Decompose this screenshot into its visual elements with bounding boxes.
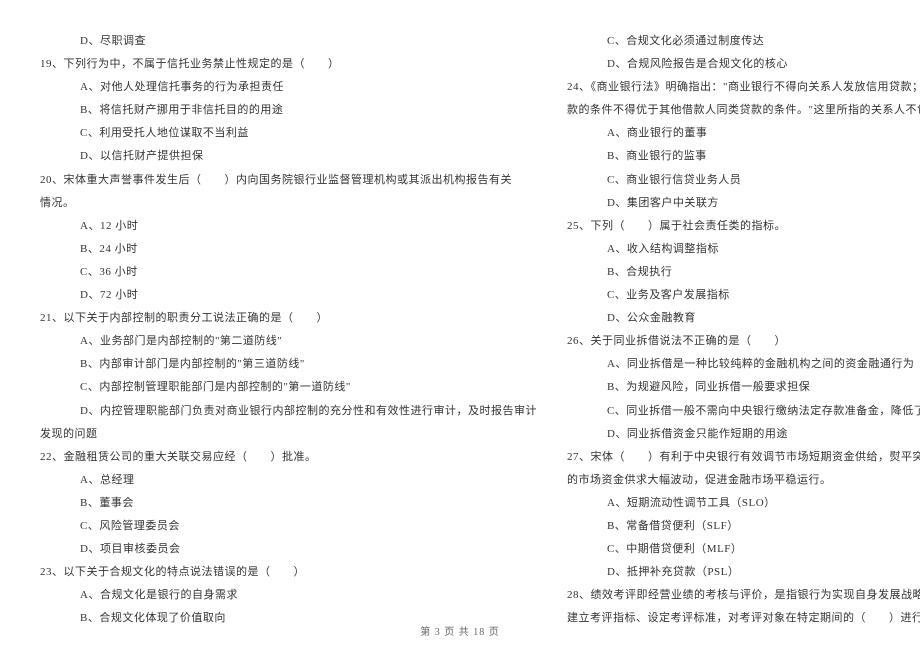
right-line: D、合规风险报告是合规文化的核心: [567, 53, 920, 76]
right-line: 28、绩效考评即经营业绩的考核与评价，是指银行为实现自身发展战略和落实监管要求，…: [567, 584, 920, 607]
right-line: C、业务及客户发展指标: [567, 284, 920, 307]
left-column: D、尽职调查19、下列行为中，不属于信托业务禁止性规定的是（ ）A、对他人处理信…: [40, 30, 537, 580]
right-line: A、同业拆借是一种比较纯粹的金融机构之间的资金融通行为: [567, 353, 920, 376]
left-line: D、以信托财产提供担保: [40, 145, 537, 168]
left-line: D、尽职调查: [40, 30, 537, 53]
right-line: C、同业拆借一般不需向中央银行缴纳法定存款准备金，降低了银行的筹资成本: [567, 400, 920, 423]
left-line: 20、宋体重大声誉事件发生后（ ）内向国务院银行业监督管理机构或其派出机构报告有…: [40, 169, 537, 192]
right-line: D、抵押补充贷款（PSL）: [567, 561, 920, 584]
left-line: A、合规文化是银行的自身需求: [40, 584, 537, 607]
left-line: A、业务部门是内部控制的"第二道防线": [40, 330, 537, 353]
left-line: A、12 小时: [40, 215, 537, 238]
right-line: A、收入结构调整指标: [567, 238, 920, 261]
right-line: 26、关于同业拆借说法不正确的是（ ）: [567, 330, 920, 353]
left-line: 情况。: [40, 192, 537, 215]
left-line: 23、以下关于合规文化的特点说法错误的是（ ）: [40, 561, 537, 584]
page-footer: 第 3 页 共 18 页: [0, 623, 920, 638]
right-line: D、集团客户中关联方: [567, 192, 920, 215]
left-line: B、董事会: [40, 492, 537, 515]
document-page: D、尽职调查19、下列行为中，不属于信托业务禁止性规定的是（ ）A、对他人处理信…: [0, 0, 920, 610]
right-line: 25、下列（ ）属于社会责任类的指标。: [567, 215, 920, 238]
right-line: C、合规文化必须通过制度传达: [567, 30, 920, 53]
right-line: 的市场资金供求大幅波动，促进金融市场平稳运行。: [567, 469, 920, 492]
left-line: 21、以下关于内部控制的职责分工说法正确的是（ ）: [40, 307, 537, 330]
left-line: D、项目审核委员会: [40, 538, 537, 561]
left-line: A、对他人处理信托事务的行为承担责任: [40, 76, 537, 99]
left-line: B、内部审计部门是内部控制的"第三道防线": [40, 353, 537, 376]
left-line: C、内部控制管理职能部门是内部控制的"第一道防线": [40, 376, 537, 399]
left-line: C、利用受托人地位谋取不当利益: [40, 122, 537, 145]
right-line: 27、宋体（ ）有利于中央银行有效调节市场短期资金供给，熨平突发性、临时性因素导…: [567, 446, 920, 469]
right-line: B、为规避风险，同业拆借一般要求担保: [567, 376, 920, 399]
left-line: C、风险管理委员会: [40, 515, 537, 538]
right-column: C、合规文化必须通过制度传达D、合规风险报告是合规文化的核心24、《商业银行法》…: [567, 30, 920, 580]
right-line: B、商业银行的监事: [567, 145, 920, 168]
right-line: D、公众金融教育: [567, 307, 920, 330]
right-line: B、合规执行: [567, 261, 920, 284]
left-line: C、36 小时: [40, 261, 537, 284]
left-line: 19、下列行为中，不属于信托业务禁止性规定的是（ ）: [40, 53, 537, 76]
left-line: 22、金融租赁公司的重大关联交易应经（ ）批准。: [40, 446, 537, 469]
left-line: D、72 小时: [40, 284, 537, 307]
left-line: D、内控管理职能部门负责对商业银行内部控制的充分性和有效性进行审计，及时报告审计: [40, 400, 537, 423]
left-line: B、将信托财产挪用于非信托目的的用途: [40, 99, 537, 122]
left-line: B、24 小时: [40, 238, 537, 261]
left-line: 发现的问题: [40, 423, 537, 446]
right-line: C、中期借贷便利（MLF）: [567, 538, 920, 561]
right-line: A、商业银行的董事: [567, 122, 920, 145]
right-line: 款的条件不得优于其他借款人同类贷款的条件。"这里所指的关系人不包括（ ）: [567, 99, 920, 122]
right-line: 24、《商业银行法》明确指出："商业银行不得向关系人发放信用贷款；向关系人发放担…: [567, 76, 920, 99]
left-line: A、总经理: [40, 469, 537, 492]
right-line: B、常备借贷便利（SLF）: [567, 515, 920, 538]
right-line: C、商业银行信贷业务人员: [567, 169, 920, 192]
right-line: A、短期流动性调节工具（SLO）: [567, 492, 920, 515]
right-line: D、同业拆借资金只能作短期的用途: [567, 423, 920, 446]
